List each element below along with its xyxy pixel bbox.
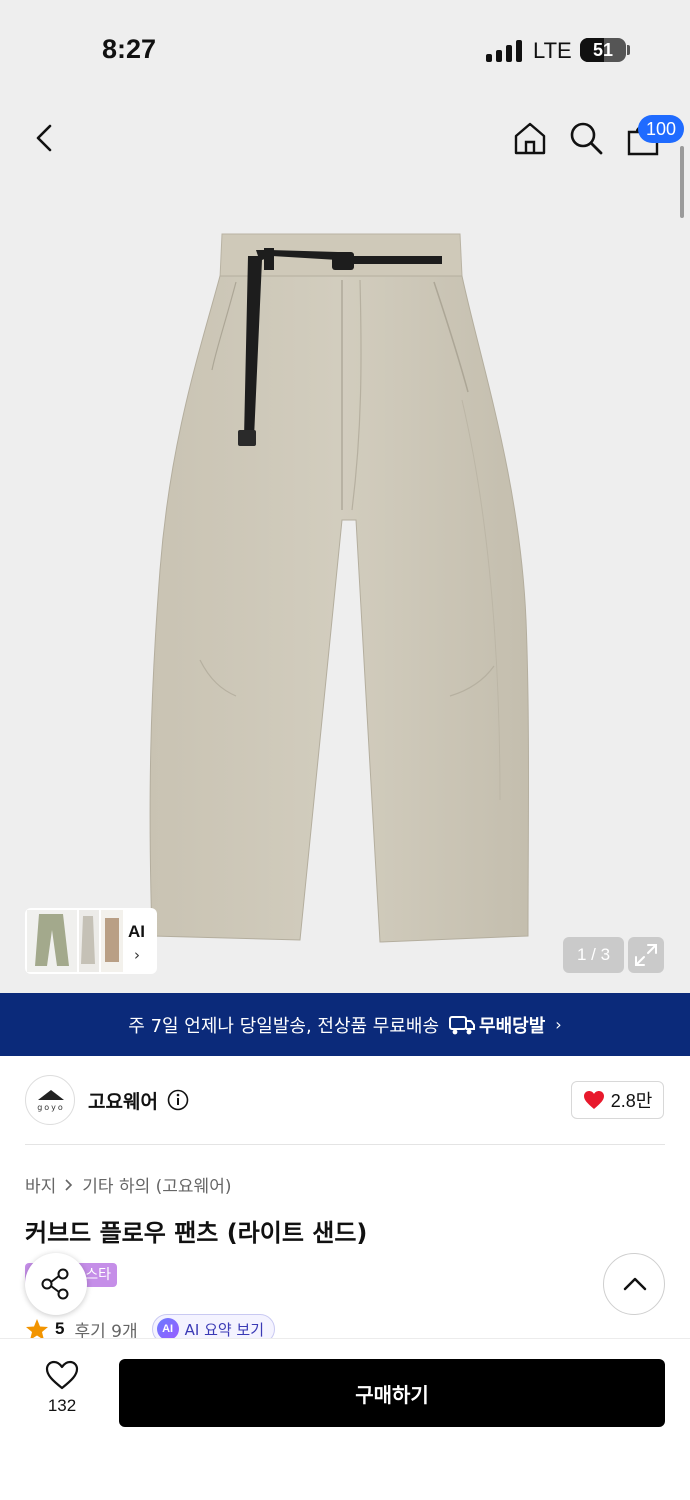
battery-nub [627, 45, 630, 55]
ai-icon: AI [156, 1318, 179, 1340]
battery-level: 51 [592, 40, 614, 60]
image-counter: 1 / 3 [563, 937, 624, 973]
brand-logo[interactable]: goyo [25, 1075, 75, 1125]
home-icon[interactable] [512, 120, 548, 156]
ai-summary-label: AI 요약 보기 [184, 1320, 265, 1339]
brand-logo-text: goyo [37, 1103, 65, 1112]
ai-label[interactable]: AI [128, 922, 145, 942]
breadcrumb-category[interactable]: 바지 [25, 1172, 56, 1197]
search-icon[interactable] [568, 120, 604, 156]
wishlist-button[interactable]: 132 [30, 1360, 94, 1416]
scrollbar[interactable] [680, 146, 684, 218]
wishlist-count: 132 [47, 1396, 77, 1415]
battery-icon: 51 [580, 38, 626, 62]
like-button[interactable]: 2.8만 [571, 1081, 664, 1119]
network-label: LTE [533, 38, 572, 63]
chevron-right-icon [65, 1178, 73, 1191]
expand-button[interactable] [628, 937, 664, 973]
delivery-truck-icon [449, 1015, 476, 1034]
product-image[interactable] [0, 100, 690, 993]
chevron-right-icon: › [555, 1015, 562, 1034]
status-bar: 8:27 LTE 51 [0, 0, 690, 100]
breadcrumb-subcategory[interactable]: 기타 하의 (고요웨어) [82, 1172, 231, 1197]
chevron-right-icon[interactable]: › [134, 946, 140, 964]
banner-logo-text: 무배당발 [479, 1015, 546, 1037]
share-icon [41, 1268, 69, 1300]
like-count: 2.8만 [610, 1091, 653, 1111]
breadcrumb: 바지 기타 하의 (고요웨어) [25, 1172, 231, 1197]
pants-illustration [149, 233, 529, 943]
banner-text: 주 7일 언제나 당일발송, 전상품 무료배송 [128, 1015, 440, 1037]
scroll-to-top-button[interactable] [603, 1253, 665, 1315]
top-navigation [0, 100, 690, 180]
rating-score: 5 [55, 1319, 65, 1338]
product-title: 커브드 플로우 팬츠 (라이트 샌드) [25, 1219, 368, 1247]
chevron-left-icon[interactable] [30, 122, 58, 154]
share-button[interactable] [25, 1253, 87, 1315]
heart-filled-icon [583, 1091, 604, 1109]
signal-icon [486, 40, 522, 62]
heart-outline-icon [45, 1360, 79, 1390]
status-time: 8:27 [102, 34, 157, 64]
info-icon[interactable] [167, 1089, 189, 1111]
chevron-up-icon [623, 1277, 647, 1291]
buy-button[interactable]: 구매하기 [119, 1359, 665, 1427]
divider [25, 1144, 665, 1145]
expand-icon [635, 944, 657, 966]
banner-logo: 무배당발 [449, 1012, 545, 1038]
cart-count-badge: 100 [638, 115, 685, 143]
brand-name[interactable]: 고요웨어 [88, 1087, 158, 1114]
shipping-banner[interactable]: 주 7일 언제나 당일발송, 전상품 무료배송 무배당발 › [0, 993, 690, 1056]
